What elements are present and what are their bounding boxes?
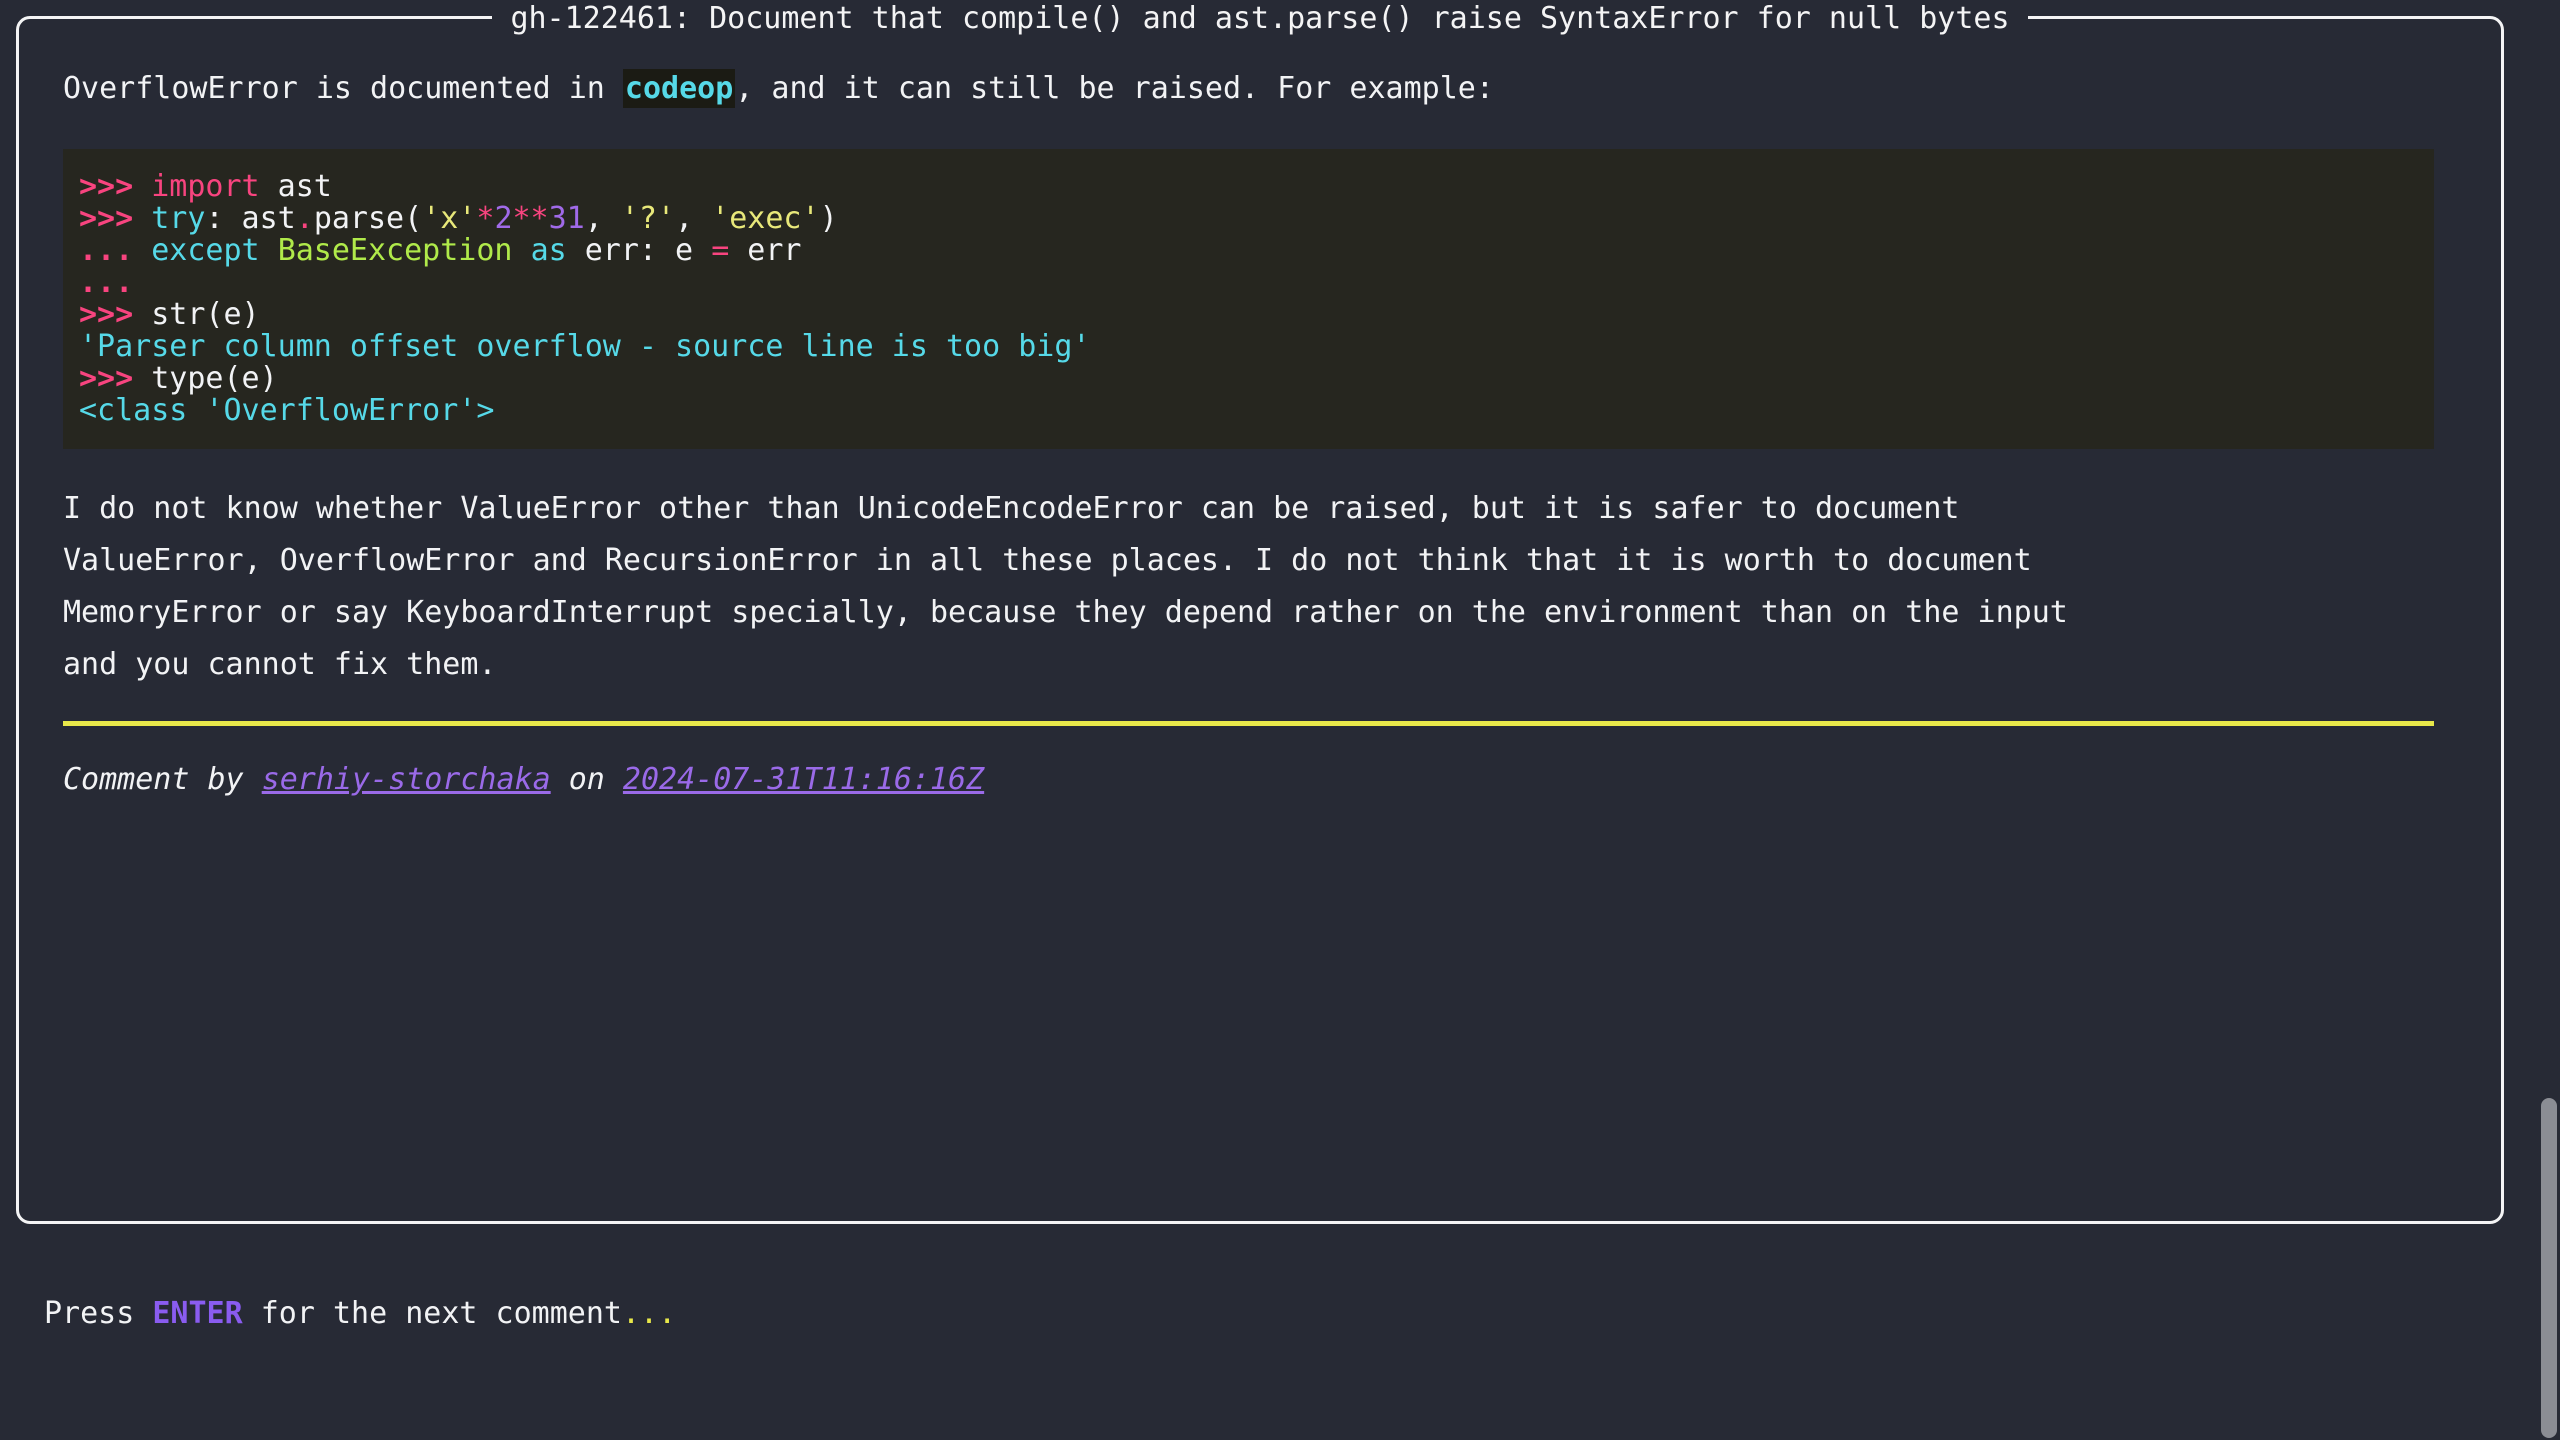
code-token: >>>: [79, 361, 152, 396]
code-block: >>> import ast >>> try: ast.parse('x'*2**…: [63, 149, 2434, 449]
code-token: 'x': [422, 201, 477, 236]
next-comment-prompt[interactable]: Press ENTER for the next comment...: [44, 1288, 676, 1340]
code-token: *: [476, 201, 495, 236]
code-line: ... except BaseException as err: e = err: [63, 235, 2434, 267]
code-line: <class 'OverflowError'>: [63, 395, 2434, 427]
code-token: err: e: [566, 233, 712, 268]
prompt-ellipsis: ...: [621, 1296, 677, 1331]
code-token: '?': [620, 201, 676, 236]
code-token: 2: [494, 201, 513, 236]
code-line: >>> str(e): [63, 299, 2434, 331]
paragraph-line: ValueError, OverflowError and RecursionE…: [63, 543, 2032, 578]
comment-body: OverflowError is documented in codeop, a…: [19, 19, 2501, 1221]
paragraph-line: and you cannot fix them.: [63, 647, 497, 682]
attribution-middle: on: [550, 762, 623, 797]
prompt-text-after: for the next comment: [242, 1296, 622, 1331]
inline-code-codeop: codeop: [622, 69, 736, 108]
code-token: .: [295, 201, 314, 236]
prompt-text-before: Press: [44, 1296, 153, 1331]
enter-key-label: ENTER: [152, 1296, 243, 1331]
intro-paragraph: OverflowError is documented in codeop, a…: [63, 63, 2457, 115]
paragraph-line: I do not know whether ValueError other t…: [63, 491, 1960, 526]
author-link[interactable]: serhiy-storchaka: [262, 762, 551, 797]
code-line: >>> try: ast.parse('x'*2**31, '?', 'exec…: [63, 203, 2434, 235]
code-line: >>> import ast: [63, 171, 2434, 203]
code-token: : ast: [205, 201, 296, 236]
code-token: import: [151, 169, 260, 204]
code-token: 31: [548, 201, 585, 236]
code-token: try: [151, 201, 206, 236]
scrollbar-track[interactable]: [2538, 0, 2560, 1440]
body-paragraph: I do not know whether ValueError other t…: [63, 483, 2457, 691]
code-token: <class 'OverflowError'>: [79, 393, 495, 428]
code-token: ): [819, 201, 838, 236]
code-token: ,: [675, 201, 712, 236]
code-token: >>>: [79, 297, 152, 332]
comment-attribution: Comment by serhiy-storchaka on 2024-07-3…: [63, 754, 2457, 806]
code-token: str(e): [151, 297, 260, 332]
code-token: ,: [584, 201, 621, 236]
code-token: ...: [79, 265, 152, 300]
timestamp-link[interactable]: 2024-07-31T11:16:16Z: [623, 762, 984, 797]
code-token: >>>: [79, 169, 152, 204]
code-token: err: [729, 233, 802, 268]
paragraph-line: MemoryError or say KeyboardInterrupt spe…: [63, 595, 2068, 630]
code-token: BaseException: [277, 233, 513, 268]
code-token: type(e): [151, 361, 278, 396]
code-token: except: [151, 233, 260, 268]
code-line: >>> type(e): [63, 363, 2434, 395]
code-token: 'exec': [711, 201, 820, 236]
code-line: 'Parser column offset overflow - source …: [63, 331, 2434, 363]
comment-panel: gh-122461: Document that compile() and a…: [16, 0, 2504, 1224]
code-token: **: [512, 201, 549, 236]
code-token: parse(: [313, 201, 423, 236]
intro-text-before: OverflowError is documented in: [63, 71, 623, 106]
code-line: ...: [63, 267, 2434, 299]
attribution-prefix: Comment by: [63, 762, 262, 797]
intro-text-after: , and it can still be raised. For exampl…: [735, 71, 1494, 106]
code-token: 'Parser column offset overflow - source …: [79, 329, 1091, 364]
footer-divider: [63, 721, 2434, 726]
code-token: >>>: [79, 201, 152, 236]
code-token: as: [530, 233, 567, 268]
code-token: ast: [259, 169, 332, 204]
code-token: ...: [79, 233, 152, 268]
scrollbar-thumb[interactable]: [2541, 1098, 2557, 1438]
code-token: =: [711, 233, 730, 268]
